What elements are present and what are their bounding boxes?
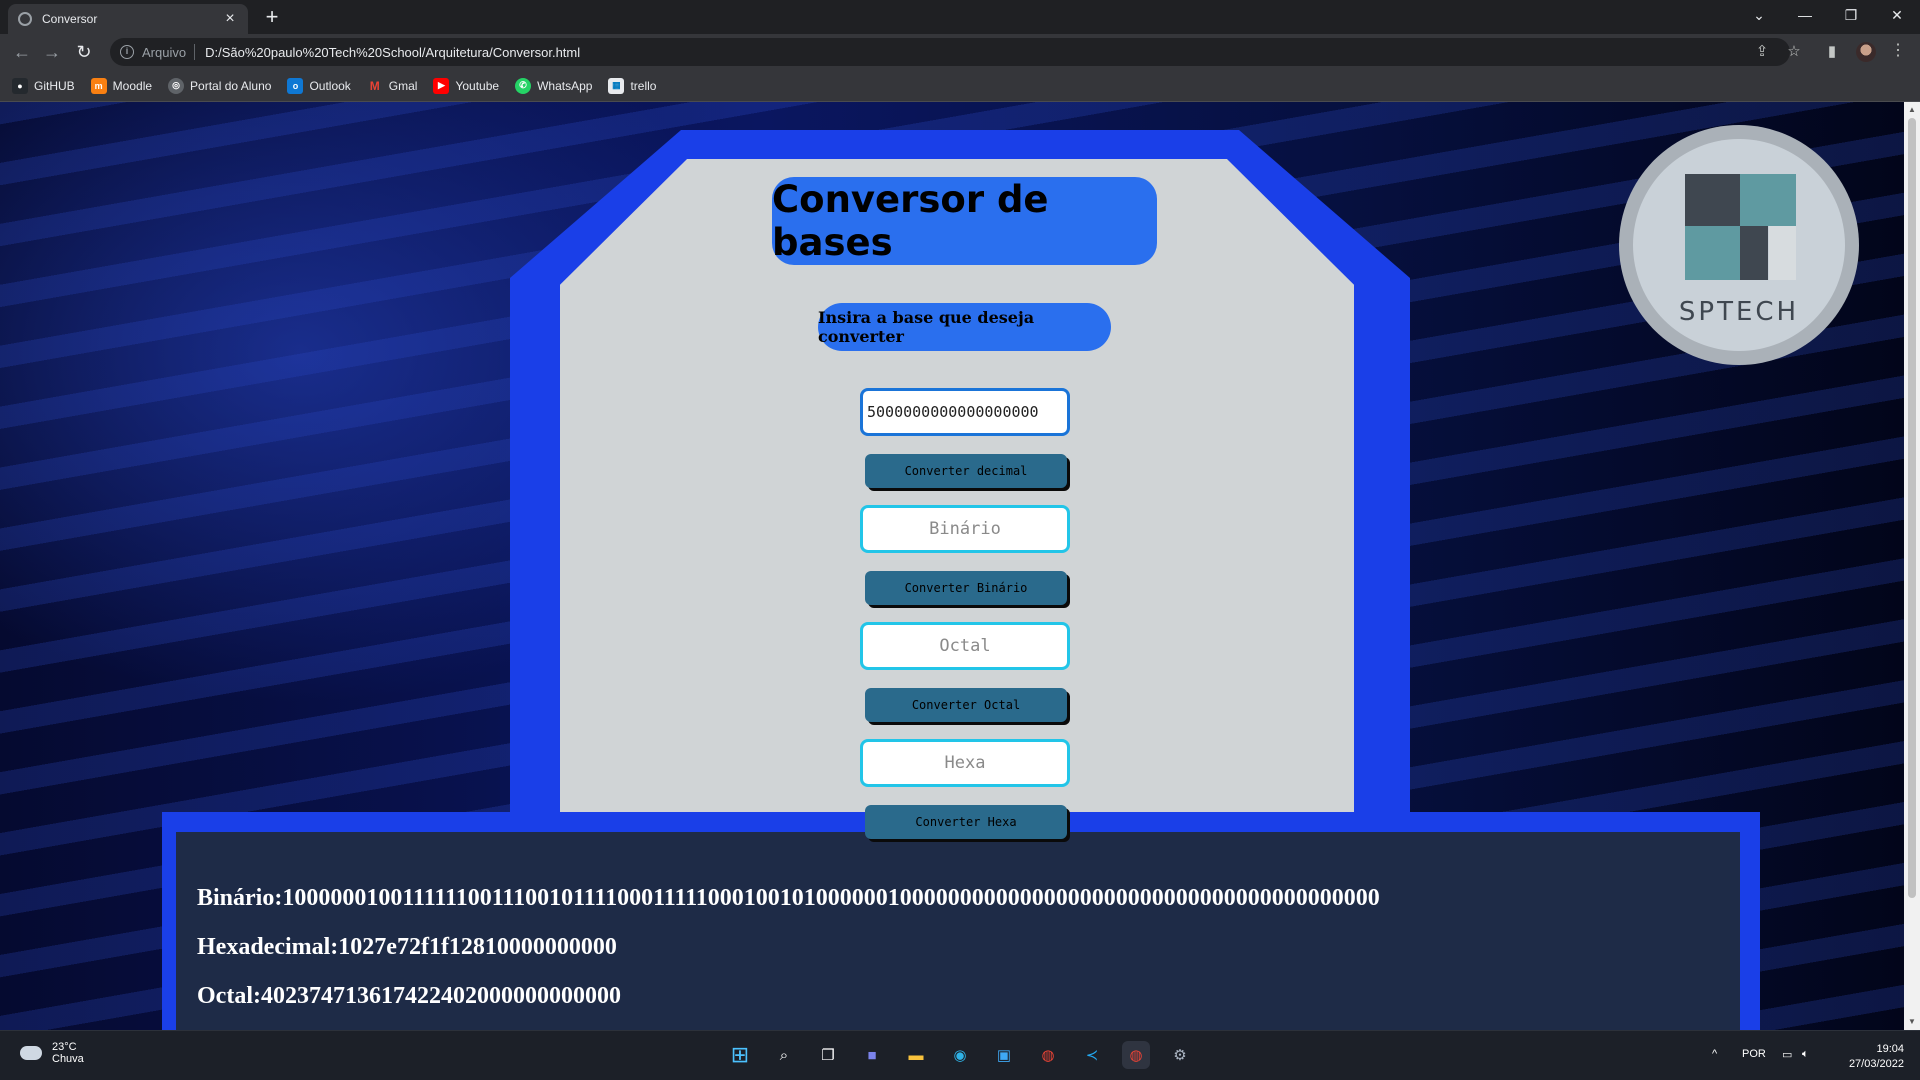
globe-icon xyxy=(18,12,32,26)
convert-decimal-button[interactable]: Converter decimal xyxy=(865,454,1067,488)
whatsapp-icon: ✆ xyxy=(515,77,532,94)
bookmark-label: Gmal xyxy=(388,78,418,93)
bookmark-portal[interactable]: ◎ Portal do Aluno xyxy=(168,77,272,94)
weather-description: Chuva xyxy=(52,1053,84,1065)
browser-toolbar: ← → ↻ i Arquivo D:/São%20paulo%20Tech%20… xyxy=(0,34,1920,70)
youtube-icon: ▶ xyxy=(433,77,450,94)
share-icon[interactable]: ⇪ xyxy=(1752,42,1772,62)
bookmark-whatsapp[interactable]: ✆ WhatsApp xyxy=(515,77,593,94)
vscode-icon[interactable]: ≺ xyxy=(1078,1041,1106,1069)
page-subtitle: Insira a base que deseja converter xyxy=(818,303,1111,351)
microsoft-store-icon[interactable]: ▣ xyxy=(990,1041,1018,1069)
trello-icon: ▦ xyxy=(608,77,625,94)
bookmark-outlook[interactable]: o Outlook xyxy=(287,77,351,94)
back-button[interactable]: ← xyxy=(10,40,34,64)
page-viewport: Conversor de bases Insira a base que des… xyxy=(0,102,1904,1030)
file-explorer-icon[interactable]: ▬ xyxy=(902,1041,930,1069)
side-panel-icon[interactable]: ▮ xyxy=(1822,42,1842,62)
url-text[interactable]: D:/São%20paulo%20Tech%20School/Arquitetu… xyxy=(205,45,580,60)
bookmark-label: GitHUB xyxy=(34,78,75,93)
edge-icon[interactable]: ◉ xyxy=(946,1041,974,1069)
logo-shape xyxy=(1769,226,1796,280)
result-hexadecimal: Hexadecimal:1027e72f1f12810000000000 xyxy=(197,934,617,960)
bookmark-label: Youtube xyxy=(455,78,500,93)
tab-strip: Conversor × + ⌄ — ❐ ✕ xyxy=(0,0,1920,34)
tray-overflow-icon[interactable]: ^ xyxy=(1712,1048,1717,1060)
close-window-button[interactable]: ✕ xyxy=(1874,0,1920,30)
bookmark-label: Portal do Aluno xyxy=(190,78,272,93)
page-title: Conversor de bases xyxy=(772,177,1157,265)
logo-shape xyxy=(1685,174,1740,226)
bookmark-label: WhatsApp xyxy=(537,78,593,93)
weather-widget[interactable]: 23°C Chuva xyxy=(20,1041,84,1065)
bookmark-youtube[interactable]: ▶ Youtube xyxy=(433,77,500,94)
teams-chat-icon[interactable]: ■ xyxy=(858,1041,886,1069)
taskbar: 23°C Chuva ⊞ ⌕ ❐ ■ ▬ ◉ ▣ ◍ ≺ ◍ ⚙ ^ POR ▭… xyxy=(0,1030,1920,1080)
bookmark-label: Moodle xyxy=(112,78,153,93)
rain-cloud-icon xyxy=(20,1046,42,1060)
address-bar[interactable]: i Arquivo D:/São%20paulo%20Tech%20School… xyxy=(110,38,1790,66)
bookmark-github[interactable]: ● GitHUB xyxy=(12,77,75,94)
logo-shape xyxy=(1685,226,1740,280)
search-icon[interactable]: ⌕ xyxy=(770,1041,798,1069)
hexa-input[interactable] xyxy=(860,739,1070,787)
bookmarks-bar: ● GitHUB m Moodle ◎ Portal do Aluno o Outloo… xyxy=(0,70,1920,102)
bookmark-star-icon[interactable]: ☆ xyxy=(1784,42,1804,62)
language-indicator[interactable]: POR xyxy=(1742,1048,1766,1060)
chrome-icon[interactable]: ◍ xyxy=(1034,1041,1062,1069)
profile-avatar[interactable] xyxy=(1856,42,1876,62)
address-divider xyxy=(194,44,196,60)
bookmark-trello[interactable]: ▦ trello xyxy=(608,77,657,94)
volume-icon[interactable]: 🔈︎ xyxy=(1802,1048,1809,1061)
bookmark-label: trello xyxy=(630,78,657,93)
scroll-down-icon[interactable]: ▼ xyxy=(1904,1014,1920,1030)
task-view-icon[interactable]: ❐ xyxy=(814,1041,842,1069)
url-scheme: Arquivo xyxy=(142,44,187,60)
convert-octal-button[interactable]: Converter Octal xyxy=(865,688,1067,722)
weather-temperature: 23°C xyxy=(52,1041,77,1053)
tab-search-icon[interactable]: ⌄ xyxy=(1736,0,1782,30)
tab-title: Conversor xyxy=(42,12,98,26)
chrome-profile-icon[interactable]: ◍ xyxy=(1122,1041,1150,1069)
clock-time: 19:04 xyxy=(1876,1043,1904,1055)
convert-hexa-button[interactable]: Converter Hexa xyxy=(865,805,1067,839)
logo-shape xyxy=(1740,174,1796,226)
restore-button[interactable]: ❐ xyxy=(1828,0,1874,30)
logo-shape xyxy=(1740,226,1768,280)
outlook-icon: o xyxy=(287,77,304,94)
portal-icon: ◎ xyxy=(168,77,185,94)
info-icon[interactable]: i xyxy=(120,45,134,59)
moodle-icon: m xyxy=(90,77,107,94)
close-tab-icon[interactable]: × xyxy=(222,10,238,28)
convert-binary-button[interactable]: Converter Binário xyxy=(865,571,1067,605)
bookmark-gmail[interactable]: M Gmal xyxy=(366,77,418,94)
network-icon[interactable]: ▭ xyxy=(1782,1048,1792,1061)
page-scrollbar[interactable]: ▲ ▼ xyxy=(1904,102,1920,1030)
binary-input[interactable] xyxy=(860,505,1070,553)
reload-button[interactable]: ↻ xyxy=(72,40,96,64)
start-menu-icon[interactable]: ⊞ xyxy=(726,1041,754,1069)
new-tab-button[interactable]: + xyxy=(260,6,284,30)
forward-button[interactable]: → xyxy=(40,40,64,64)
sptech-logo: SPTECH xyxy=(1619,125,1859,365)
logo-text: SPTECH xyxy=(1678,297,1800,327)
gmail-icon: M xyxy=(366,77,383,94)
result-octal: Octal:402374713617422402000000000000 xyxy=(197,983,621,1009)
scroll-up-icon[interactable]: ▲ xyxy=(1904,102,1920,118)
octal-input[interactable] xyxy=(860,622,1070,670)
github-icon: ● xyxy=(12,77,28,94)
decimal-input[interactable] xyxy=(860,388,1070,436)
result-binary: Binário:10000001001111110011100101111000… xyxy=(197,885,1380,911)
scrollbar-thumb[interactable] xyxy=(1908,118,1916,898)
minimize-button[interactable]: — xyxy=(1782,0,1828,30)
clock-date: 27/03/2022 xyxy=(1848,1058,1904,1070)
more-menu-icon[interactable]: ⋮ xyxy=(1890,40,1906,60)
settings-gear-icon[interactable]: ⚙ xyxy=(1166,1041,1194,1069)
system-clock[interactable]: 19:04 27/03/2022 xyxy=(1838,1042,1904,1072)
bookmark-label: Outlook xyxy=(309,78,351,93)
browser-tab[interactable]: Conversor × xyxy=(8,4,248,34)
bookmark-moodle[interactable]: m Moodle xyxy=(90,77,153,94)
